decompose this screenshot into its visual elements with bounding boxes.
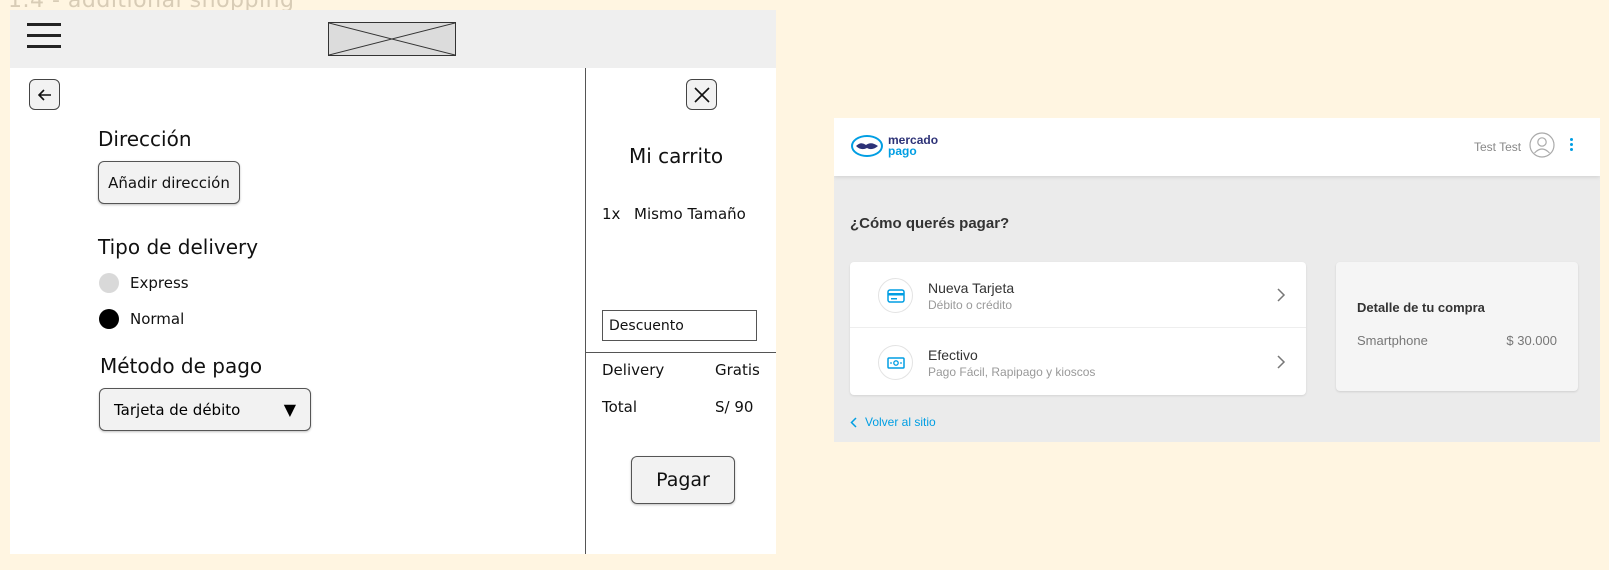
- purchase-item-name: Smartphone: [1357, 333, 1428, 348]
- wireframe-panel: Dirección Añadir dirección Tipo de deliv…: [10, 10, 776, 554]
- address-title: Dirección: [98, 127, 192, 151]
- discount-input[interactable]: [602, 310, 757, 341]
- cart-title: Mi carrito: [629, 144, 724, 168]
- radio-express[interactable]: [99, 273, 119, 293]
- payment-question: ¿Cómo querés pagar?: [850, 215, 1010, 232]
- purchase-detail-card: Detalle de tu compra Smartphone $ 30.000: [1336, 262, 1578, 391]
- chevron-right-icon: [1277, 288, 1286, 302]
- radio-normal-label: Normal: [130, 310, 185, 328]
- radio-normal[interactable]: [99, 309, 119, 329]
- payment-options-card: Nueva Tarjeta Débito o crédito Efectivo …: [850, 262, 1306, 395]
- cart-item-qty: 1x: [602, 205, 621, 223]
- option-new-card[interactable]: Nueva Tarjeta Débito o crédito: [850, 262, 1306, 328]
- option-cash-subtitle: Pago Fácil, Rapipago y kioscos: [928, 365, 1096, 379]
- delivery-type-title: Tipo de delivery: [98, 235, 259, 259]
- option-cash[interactable]: Efectivo Pago Fácil, Rapipago y kioscos: [850, 329, 1306, 395]
- handshake-logo-icon: [851, 135, 883, 157]
- purchase-item-price: $ 30.000: [1506, 333, 1557, 348]
- purchase-detail-title: Detalle de tu compra: [1357, 300, 1485, 315]
- mp-header: mercado pago Test Test: [834, 118, 1600, 176]
- logo-placeholder-image: [328, 22, 456, 56]
- cart-divider: [585, 68, 586, 554]
- dropdown-arrow-icon: ▼: [283, 400, 296, 419]
- payment-method-select[interactable]: Tarjeta de débito ▼: [99, 388, 311, 431]
- cart-item-name: Mismo Tamaño: [634, 205, 746, 223]
- cash-icon: [878, 345, 913, 380]
- chevron-left-icon: [850, 416, 857, 428]
- total-label: Total: [602, 398, 638, 416]
- delivery-label: Delivery: [602, 361, 665, 379]
- close-cart-button[interactable]: [686, 79, 717, 110]
- option-cash-title: Efectivo: [928, 347, 978, 363]
- delivery-value: Gratis: [715, 361, 760, 379]
- cart-summary-divider: [585, 352, 776, 353]
- back-to-site-label: Volver al sitio: [865, 415, 936, 429]
- mercadopago-logo: mercado pago: [850, 133, 938, 159]
- chevron-right-icon: [1277, 355, 1286, 369]
- hamburger-menu-icon[interactable]: [27, 23, 61, 49]
- add-address-button[interactable]: Añadir dirección: [98, 161, 240, 204]
- back-to-site-link[interactable]: Volver al sitio: [850, 415, 936, 429]
- back-arrow-button[interactable]: [29, 79, 60, 110]
- more-options-icon[interactable]: [1568, 138, 1574, 154]
- user-avatar-icon[interactable]: [1529, 132, 1555, 163]
- pay-button[interactable]: Pagar: [631, 456, 735, 504]
- user-name[interactable]: Test Test: [1474, 140, 1521, 154]
- option-new-card-subtitle: Débito o crédito: [928, 298, 1013, 312]
- payment-method-value: Tarjeta de débito: [114, 400, 241, 419]
- option-new-card-title: Nueva Tarjeta: [928, 280, 1015, 296]
- credit-card-icon: [878, 278, 913, 313]
- radio-express-label: Express: [130, 274, 189, 292]
- close-icon: [693, 86, 710, 103]
- logo-word-pago: pago: [888, 144, 917, 158]
- mercadopago-checkout: mercado pago Test Test ¿Cómo querés paga…: [834, 118, 1600, 442]
- total-value: S/ 90: [715, 398, 754, 416]
- payment-method-title: Método de pago: [100, 354, 263, 378]
- wire-header: [10, 10, 776, 68]
- arrow-left-icon: [37, 88, 51, 101]
